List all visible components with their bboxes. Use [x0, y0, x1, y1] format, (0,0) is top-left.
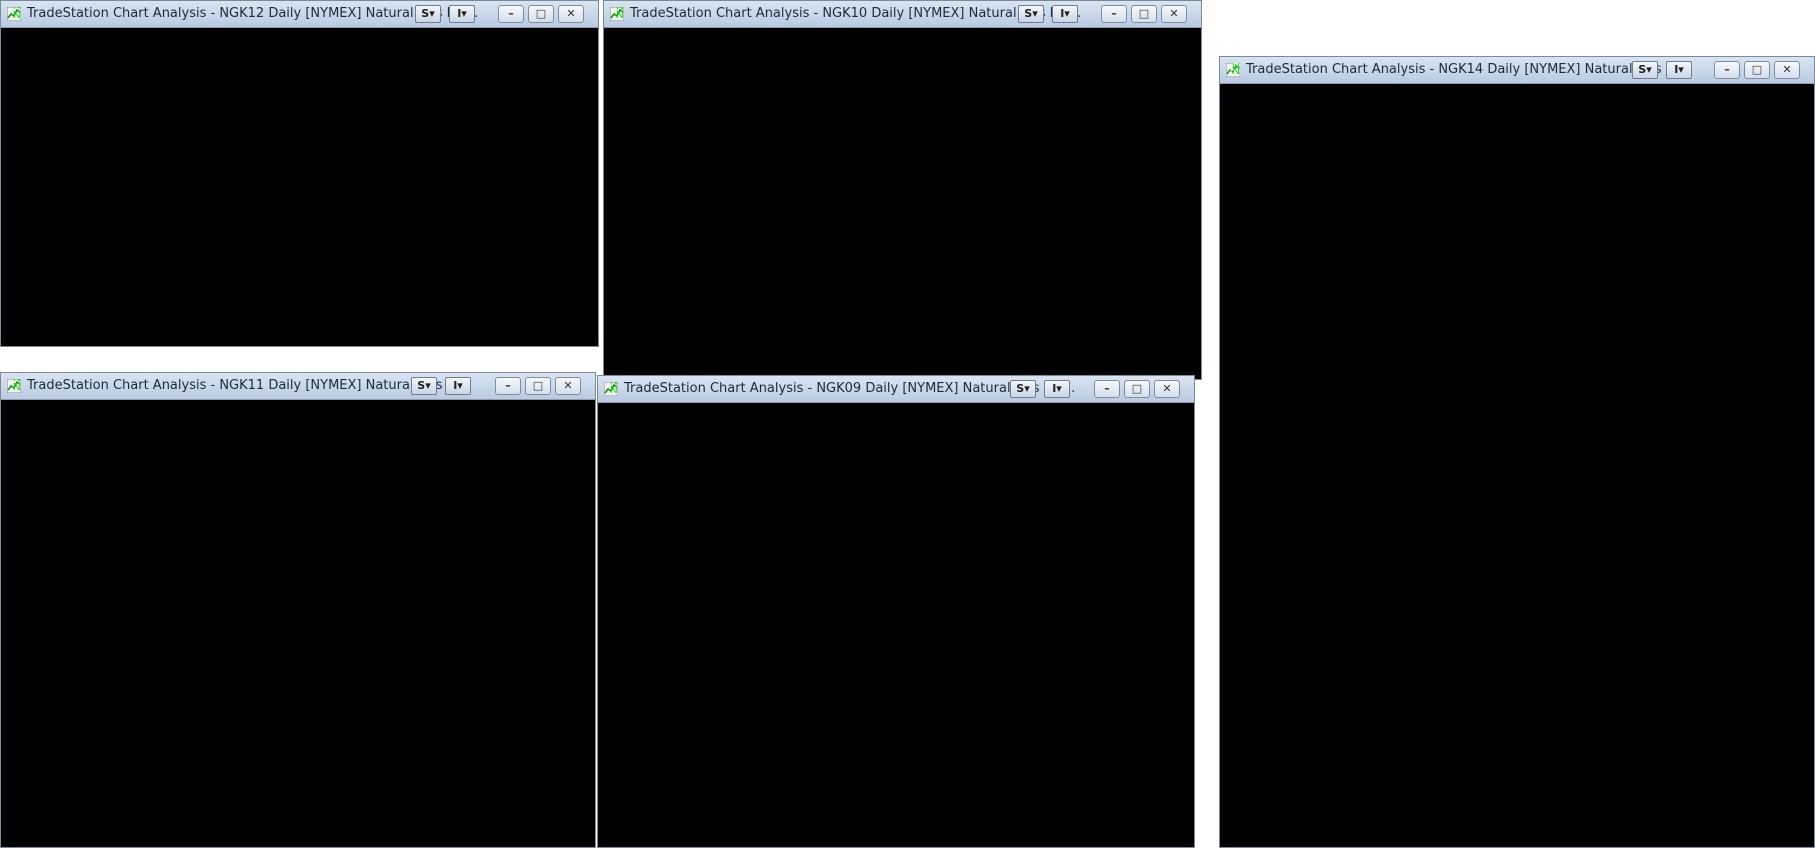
minimize-button[interactable]: – [1101, 5, 1127, 23]
window-title: TradeStation Chart Analysis - NGK11 Dail… [27, 378, 460, 393]
chart-area[interactable] [1, 27, 598, 346]
indicator-i-button[interactable]: I▾ [449, 5, 475, 23]
chart-area[interactable] [1220, 83, 1814, 847]
tradestation-chart-icon: NGK12 - Daily NYMEX L=2.006 -0.030 -1.47… [7, 7, 21, 21]
chart-window-ngk12[interactable]: NGK12 - Daily NYMEX L=2.006 -0.030 -1.47… [0, 0, 599, 347]
tradestation-chart-icon: NGK14 - Daily NYMEX L=4.004 -0.040 -0.98… [1226, 63, 1240, 77]
title-bar[interactable]: NGK14 - Daily NYMEX L=4.004 -0.040 -0.98… [1220, 57, 1814, 84]
strategy-s-button[interactable]: S▾ [415, 5, 441, 23]
indicator-i-button[interactable]: I▾ [1666, 61, 1692, 79]
strategy-s-button[interactable]: S▾ [411, 377, 437, 395]
close-button[interactable]: ✕ [1774, 61, 1800, 79]
chart-window-ngk09[interactable]: NGK09 - Daily NYMEX L=3.346 0.025 0.75% … [597, 375, 1195, 848]
close-button[interactable]: ✕ [1161, 5, 1187, 23]
minimize-button[interactable]: – [1714, 61, 1740, 79]
maximize-button[interactable]: □ [528, 5, 554, 23]
maximize-button[interactable]: □ [1124, 380, 1150, 398]
tradestation-chart-icon: NGK10 - Daily NYMEX L=4.282 0.011 0.26% … [610, 7, 624, 21]
tradestation-chart-icon: NGK09 - Daily NYMEX L=3.346 0.025 0.75% … [604, 382, 618, 396]
close-button[interactable]: ✕ [1154, 380, 1180, 398]
title-bar[interactable]: NGK12 - Daily NYMEX L=2.006 -0.030 -1.47… [1, 1, 598, 28]
strategy-s-button[interactable]: S▾ [1010, 380, 1036, 398]
strategy-s-button[interactable]: S▾ [1018, 5, 1044, 23]
chart-area[interactable] [604, 27, 1201, 379]
price-chart[interactable] [1, 399, 595, 847]
minimize-button[interactable]: – [498, 5, 524, 23]
spread-corner-value: 0.1393 [1230, 68, 1240, 77]
maximize-button[interactable]: □ [1131, 5, 1157, 23]
chart-window-ngk10[interactable]: NGK10 - Daily NYMEX L=4.282 0.011 0.26% … [603, 0, 1202, 380]
pane-label: Spread - Diff (2ratio) (Close of Data1,C… [13, 379, 21, 380]
indicator-i-button[interactable]: I▾ [445, 377, 471, 395]
indicator-i-button[interactable]: I▾ [1052, 5, 1078, 23]
close-button[interactable]: ✕ [558, 5, 584, 23]
title-bar[interactable]: NGK11 - Daily NYMEX L=4.379 0.002 0.05% … [1, 373, 595, 400]
title-bar[interactable]: NGK09 - Daily NYMEX L=3.346 0.025 0.75% … [598, 376, 1194, 403]
window-title: TradeStation Chart Analysis - NGK12 Dail… [27, 6, 479, 21]
close-button[interactable]: ✕ [555, 377, 581, 395]
minimize-button[interactable]: – [1094, 380, 1120, 398]
window-title: TradeStation Chart Analysis - NGK10 Dail… [630, 6, 1082, 21]
tradestation-chart-icon: NGK11 - Daily NYMEX L=4.379 0.002 0.05% … [7, 379, 21, 393]
pane-label: Spread - Diff (2ratio) (Close of Data1,C… [616, 7, 624, 8]
maximize-button[interactable]: □ [1744, 61, 1770, 79]
price-chart[interactable] [1220, 83, 1814, 847]
price-chart[interactable] [604, 27, 1201, 379]
chart-area[interactable] [598, 402, 1194, 847]
minimize-button[interactable]: – [495, 377, 521, 395]
chart-area[interactable] [1, 399, 595, 847]
indicator-i-button[interactable]: I▾ [1044, 380, 1070, 398]
window-title: TradeStation Chart Analysis - NGK09 Dail… [624, 381, 1076, 396]
price-chart[interactable] [598, 402, 1194, 847]
strategy-s-button[interactable]: S▾ [1632, 61, 1658, 79]
title-bar[interactable]: NGK10 - Daily NYMEX L=4.282 0.011 0.26% … [604, 1, 1201, 28]
pane-label: Spread - Diff (2ratio) (Close of Data1,C… [610, 382, 618, 384]
window-title: TradeStation Chart Analysis - NGK14 Dail… [1246, 62, 1690, 77]
chart-window-ngk11[interactable]: NGK11 - Daily NYMEX L=4.379 0.002 0.05% … [0, 372, 596, 848]
price-chart[interactable] [1, 27, 598, 346]
pane-label: Spread - Diff (2ratio) (Close of Data1,C… [13, 7, 21, 8]
chart-window-ngk14[interactable]: NGK14 - Daily NYMEX L=4.004 -0.040 -0.98… [1219, 56, 1815, 848]
pane-label: Spread - Diff (2ratio) (Close of Data1,C… [1232, 63, 1240, 67]
maximize-button[interactable]: □ [525, 377, 551, 395]
